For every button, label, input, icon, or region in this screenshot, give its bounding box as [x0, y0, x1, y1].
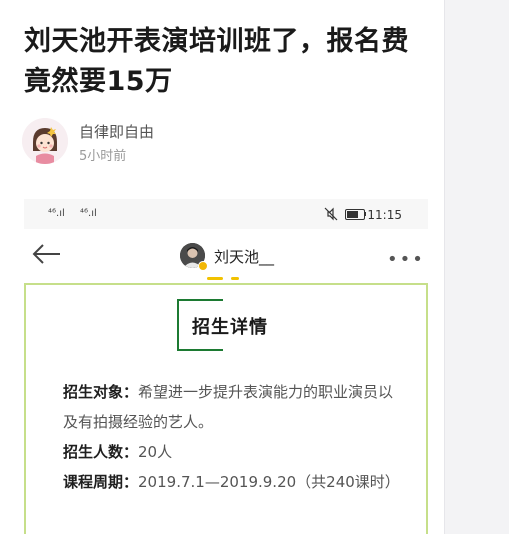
embedded-screenshot: ⁴⁶.ıl ⁴⁶.ıl 11:15 刘天池__ ••• 招生详情 招生对象：希望…: [24, 199, 428, 534]
right-gutter: [444, 0, 509, 534]
enrollment-detail-card: 招生详情 招生对象：希望进一步提升表演能力的职业演员以及有拍摄经验的艺人。 招生…: [24, 283, 428, 534]
info-label: 课程周期：: [63, 473, 139, 491]
profile-nav-bar: 刘天池__ •••: [24, 229, 428, 281]
story-indicator: [207, 277, 223, 280]
post-time: 5小时前: [79, 149, 127, 164]
verified-badge-icon: [198, 261, 208, 271]
article-title[interactable]: 刘天池开表演培训班了，报名费竟然要15万: [24, 22, 429, 102]
author-name[interactable]: 自律即自由: [79, 121, 154, 142]
battery-tip: [364, 212, 366, 216]
info-value: 2019.7.1—2019.9.20（共240课时）: [138, 473, 400, 491]
info-label: 招生对象：: [63, 383, 139, 401]
story-indicator: [231, 277, 239, 280]
mute-icon: [324, 207, 338, 221]
battery-icon: [345, 209, 365, 220]
signal-icon: ⁴⁶.ıl: [80, 208, 97, 219]
info-period: 课程周期：2019.7.1—2019.9.20（共240课时）: [63, 467, 408, 497]
article: 刘天池开表演培训班了，报名费竟然要15万 自律即自由 5小时前 ⁴⁶.ıl ⁴⁶…: [0, 0, 444, 534]
profile-name[interactable]: 刘天池__: [214, 246, 274, 267]
more-options-icon[interactable]: •••: [387, 249, 425, 270]
info-label: 招生人数：: [63, 443, 139, 461]
info-count: 招生人数：20人: [63, 437, 408, 467]
cartoon-girl-icon: [22, 118, 68, 164]
back-arrow-icon[interactable]: [32, 242, 62, 266]
signal-icon: ⁴⁶.ıl: [48, 208, 65, 219]
section-title: 招生详情: [192, 317, 268, 338]
info-value: 20人: [138, 443, 173, 461]
author-row[interactable]: 自律即自由 5小时前: [22, 118, 422, 168]
info-target: 招生对象：希望进一步提升表演能力的职业演员以及有拍摄经验的艺人。: [63, 377, 408, 437]
phone-status-bar: ⁴⁶.ıl ⁴⁶.ıl 11:15: [24, 199, 428, 229]
author-avatar[interactable]: [22, 118, 68, 164]
status-time: 11:15: [367, 208, 402, 222]
